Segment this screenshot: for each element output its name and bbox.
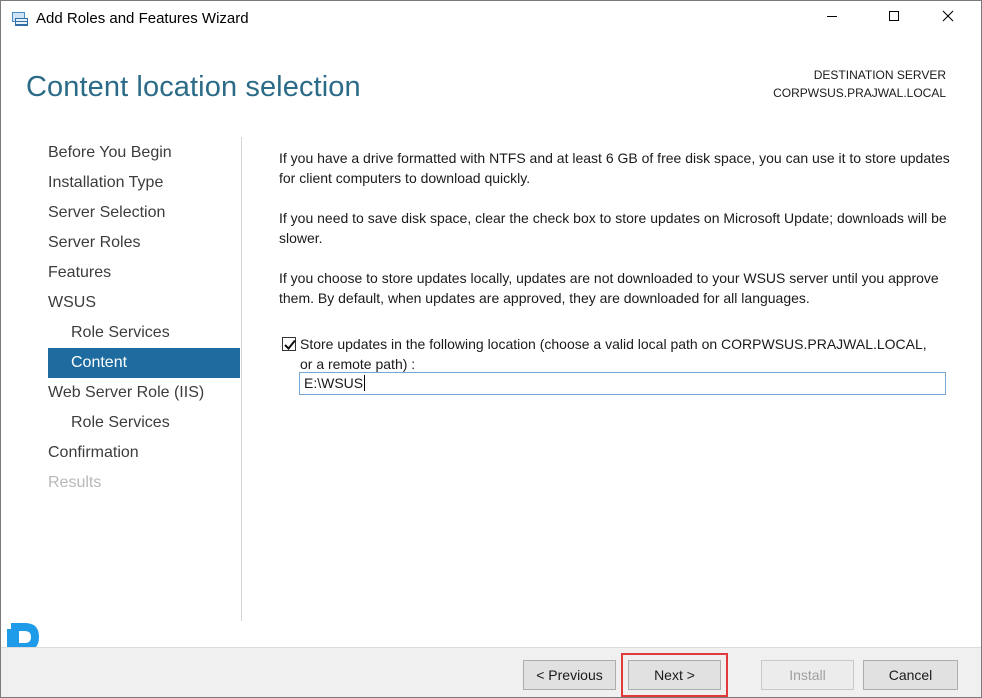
wizard-footer: < Previous Next > Install Cancel bbox=[1, 647, 981, 697]
nav-item-web-server-role[interactable]: Web Server Role (IIS) bbox=[48, 378, 240, 408]
install-button: Install bbox=[761, 660, 854, 690]
nav-item-results: Results bbox=[48, 474, 102, 491]
content-path-input[interactable]: E:\WSUS bbox=[299, 372, 946, 395]
page-title: Content location selection bbox=[26, 71, 361, 103]
nav-item-before-you-begin[interactable]: Before You Begin bbox=[48, 138, 240, 168]
server-manager-icon bbox=[11, 10, 29, 28]
close-button[interactable] bbox=[925, 1, 971, 35]
maximize-button[interactable] bbox=[871, 1, 917, 35]
maximize-icon bbox=[888, 9, 900, 27]
wizard-window: Add Roles and Features Wizard Content lo… bbox=[0, 0, 982, 698]
store-updates-label: Store updates in the following location … bbox=[300, 336, 927, 372]
wizard-nav: Before You Begin Installation Type Serve… bbox=[1, 137, 241, 621]
nav-item-server-selection[interactable]: Server Selection bbox=[48, 198, 240, 228]
title-bar: Add Roles and Features Wizard bbox=[1, 1, 981, 37]
nav-item-wsus[interactable]: WSUS bbox=[48, 288, 240, 318]
minimize-icon bbox=[826, 9, 838, 27]
store-updates-checkbox[interactable] bbox=[282, 337, 296, 351]
nav-item-installation-type[interactable]: Installation Type bbox=[48, 168, 240, 198]
previous-button[interactable]: < Previous bbox=[523, 660, 616, 690]
nav-divider bbox=[241, 137, 242, 621]
text-caret bbox=[364, 375, 366, 391]
disk-space-paragraph: If you need to save disk space, clear th… bbox=[279, 210, 947, 246]
nav-item-iis-role-services[interactable]: Role Services bbox=[48, 408, 240, 438]
nav-item-content[interactable]: Content bbox=[48, 348, 240, 378]
destination-server-name: CORPWSUS.PRAJWAL.LOCAL bbox=[773, 86, 946, 100]
nav-item-wsus-role-services[interactable]: Role Services bbox=[48, 318, 240, 348]
destination-server-label: DESTINATION SERVER bbox=[813, 68, 946, 82]
nav-item-server-roles[interactable]: Server Roles bbox=[48, 228, 240, 258]
nav-item-features[interactable]: Features bbox=[48, 258, 240, 288]
cancel-button[interactable]: Cancel bbox=[863, 660, 958, 690]
page-header: Content location selection DESTINATION S… bbox=[1, 37, 981, 137]
next-button[interactable]: Next > bbox=[628, 660, 721, 690]
window-title: Add Roles and Features Wizard bbox=[36, 10, 249, 27]
nav-item-confirmation[interactable]: Confirmation bbox=[48, 438, 240, 468]
minimize-button[interactable] bbox=[809, 1, 855, 35]
content-path-value: E:\WSUS bbox=[304, 375, 364, 391]
close-icon bbox=[942, 9, 954, 27]
checkmark-icon bbox=[284, 339, 296, 350]
intro-paragraph: If you have a drive formatted with NTFS … bbox=[279, 150, 950, 186]
local-storage-paragraph: If you choose to store updates locally, … bbox=[279, 270, 939, 306]
